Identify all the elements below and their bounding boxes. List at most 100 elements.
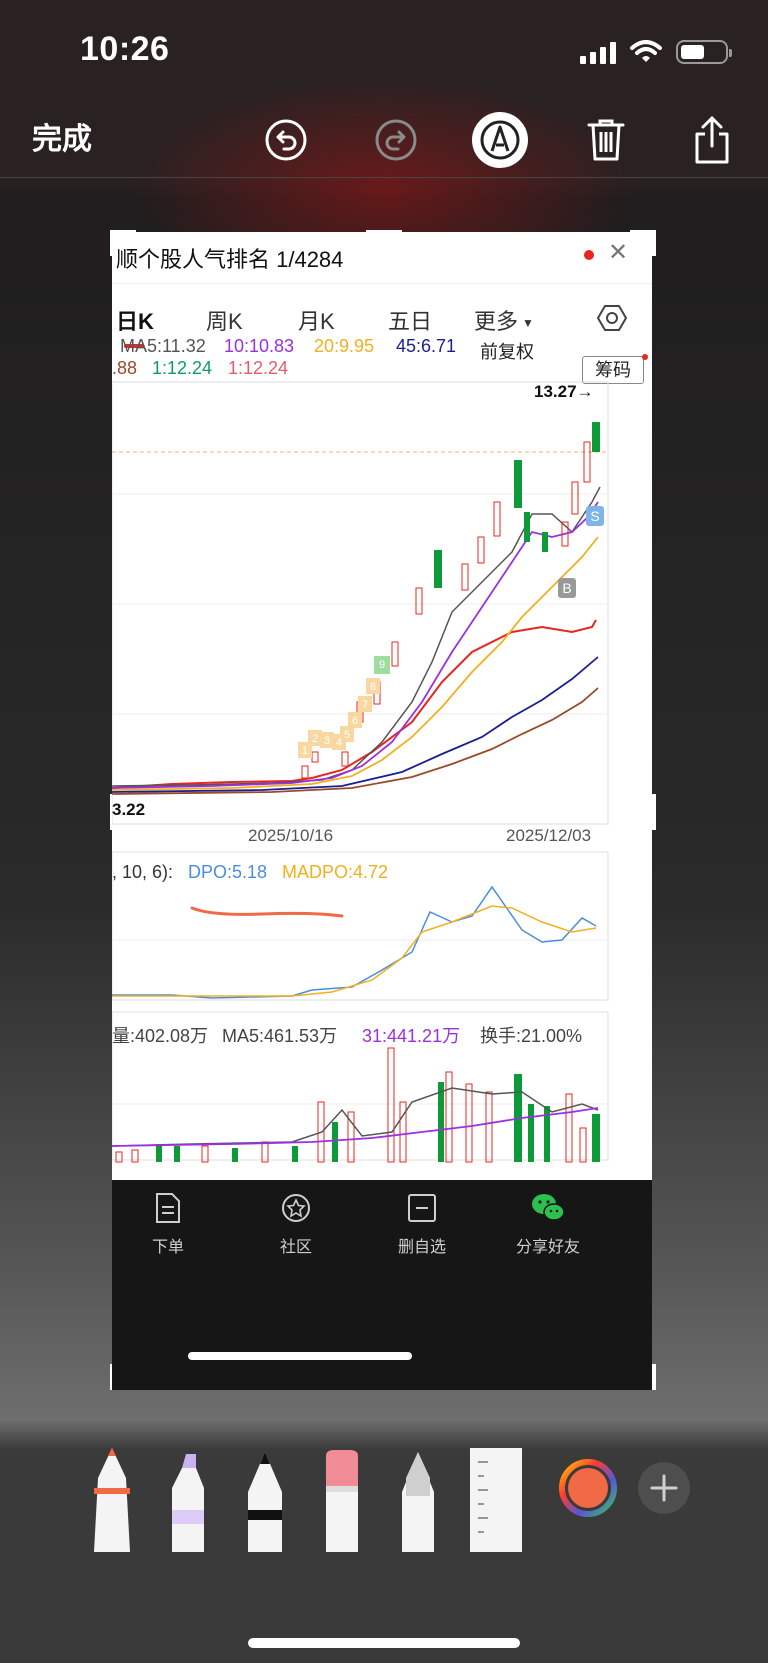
inner-home-indicator [188,1352,412,1360]
pencil-tool[interactable] [248,1452,282,1552]
candle [311,751,319,763]
candle [571,481,579,515]
home-indicator [248,1638,520,1648]
status-icons [580,38,732,66]
crop-handle-tr-v[interactable] [652,230,656,256]
td-number: 5 [344,729,350,741]
volume-bar [445,1071,453,1163]
dpo-value: DPO:5.18 [188,862,268,882]
td-number: 7 [362,699,368,711]
nav-community[interactable]: 社区 [246,1192,346,1257]
eraser-tool[interactable] [326,1450,358,1552]
ma60-line [112,687,599,795]
candle [415,587,423,615]
markup-toolbar: 完成 [0,100,768,178]
share-button[interactable] [682,110,742,170]
remove-square-icon [408,1194,436,1222]
volume-bar [579,1127,587,1163]
cellular-signal-icon [580,40,616,64]
nav-order[interactable]: 下单 [118,1192,218,1257]
volume-ma5-value: MA5:461.53万 [222,1026,338,1046]
highlighter-tool[interactable] [172,1454,204,1552]
crop-handle-right[interactable] [652,794,656,830]
document-icon [156,1193,180,1223]
sell-signal-badge: S [586,506,604,526]
td-markers: 12 3 456789 [298,656,390,758]
dpo-line [112,885,597,999]
volume-bar [465,1083,473,1163]
madpo-line [112,905,597,997]
share-icon [695,116,729,164]
td-number: 4 [336,737,342,749]
candle [301,765,309,779]
screenshot-preview: 顺个股人气排名 1/4284 ✕ 日K 周K 月K 五日 更多 ▼ MA5:11.… [112,232,652,1390]
color-picker-icon[interactable] [559,1459,617,1517]
undo-icon [265,119,307,161]
markup-pen-button[interactable] [470,110,530,170]
undo-button[interactable] [256,110,316,170]
battery-icon [676,40,732,64]
td-number: 9 [379,659,385,671]
volume-value: 量:402.08万 [112,1026,209,1046]
community-star-icon [282,1194,310,1222]
buy-signal-badge: B [558,578,576,598]
volume-bar [528,1104,534,1162]
turnover-value: 换手:21.00% [480,1026,583,1046]
pen-tool[interactable] [94,1448,130,1552]
td-number: 2 [312,733,318,745]
markup-pen-icon [472,112,528,168]
volume-bar [438,1082,444,1162]
wechat-icon [532,1194,565,1221]
td-number: 3 [324,735,330,747]
low-price-label: 3.22 [112,800,146,819]
trash-icon [587,119,625,161]
candle [391,641,399,667]
date-left: 2025/10/16 [248,826,334,845]
candles [301,422,600,779]
status-bar: 10:26 [0,0,768,100]
candle [514,460,522,508]
done-button[interactable]: 完成 [32,114,92,158]
nav-remove-watchlist-label: 删自选 [397,1239,446,1256]
td-number: 6 [352,715,358,727]
price-line [112,619,597,789]
volume-bar [292,1146,298,1162]
candle [583,441,591,483]
candle [434,550,442,588]
redo-button[interactable] [366,110,426,170]
madpo-value: MADPO:4.72 [282,862,389,882]
nav-share-friends-label: 分享好友 [515,1239,580,1256]
volume-bar [261,1141,269,1163]
lasso-tool[interactable] [402,1452,434,1552]
nav-share-friends[interactable]: 分享好友 [498,1192,598,1257]
volume-bar [485,1091,493,1163]
volume-ma31-value: 31:441.21万 [362,1026,461,1046]
nav-remove-watchlist[interactable]: 删自选 [372,1192,472,1257]
candle [341,751,349,767]
volume-bar [387,1047,395,1163]
candle [477,536,485,564]
ruler-tool[interactable] [470,1448,522,1552]
candle [592,422,600,452]
main-panel-frame [112,381,609,825]
volume-bar [592,1114,600,1162]
ma20-line [112,536,599,791]
candle [542,532,548,552]
td-number: 1 [302,745,308,757]
redo-icon [375,119,417,161]
annotation-stroke [190,906,344,918]
clock: 10:26 [80,30,170,68]
high-price-label: 13.27→ [534,382,594,401]
crop-handle-br-v[interactable] [652,1364,656,1390]
volume-bar [174,1146,180,1162]
candle [493,501,501,537]
delete-button[interactable] [576,110,636,170]
candle [461,563,469,591]
add-icon[interactable] [638,1462,690,1514]
dpo-params: , 10, 6): [112,862,174,882]
wifi-icon [630,40,662,62]
candle [524,512,530,542]
volume-bar [156,1144,162,1162]
nav-community-label: 社区 [279,1239,312,1256]
drawing-tools [0,1448,768,1598]
